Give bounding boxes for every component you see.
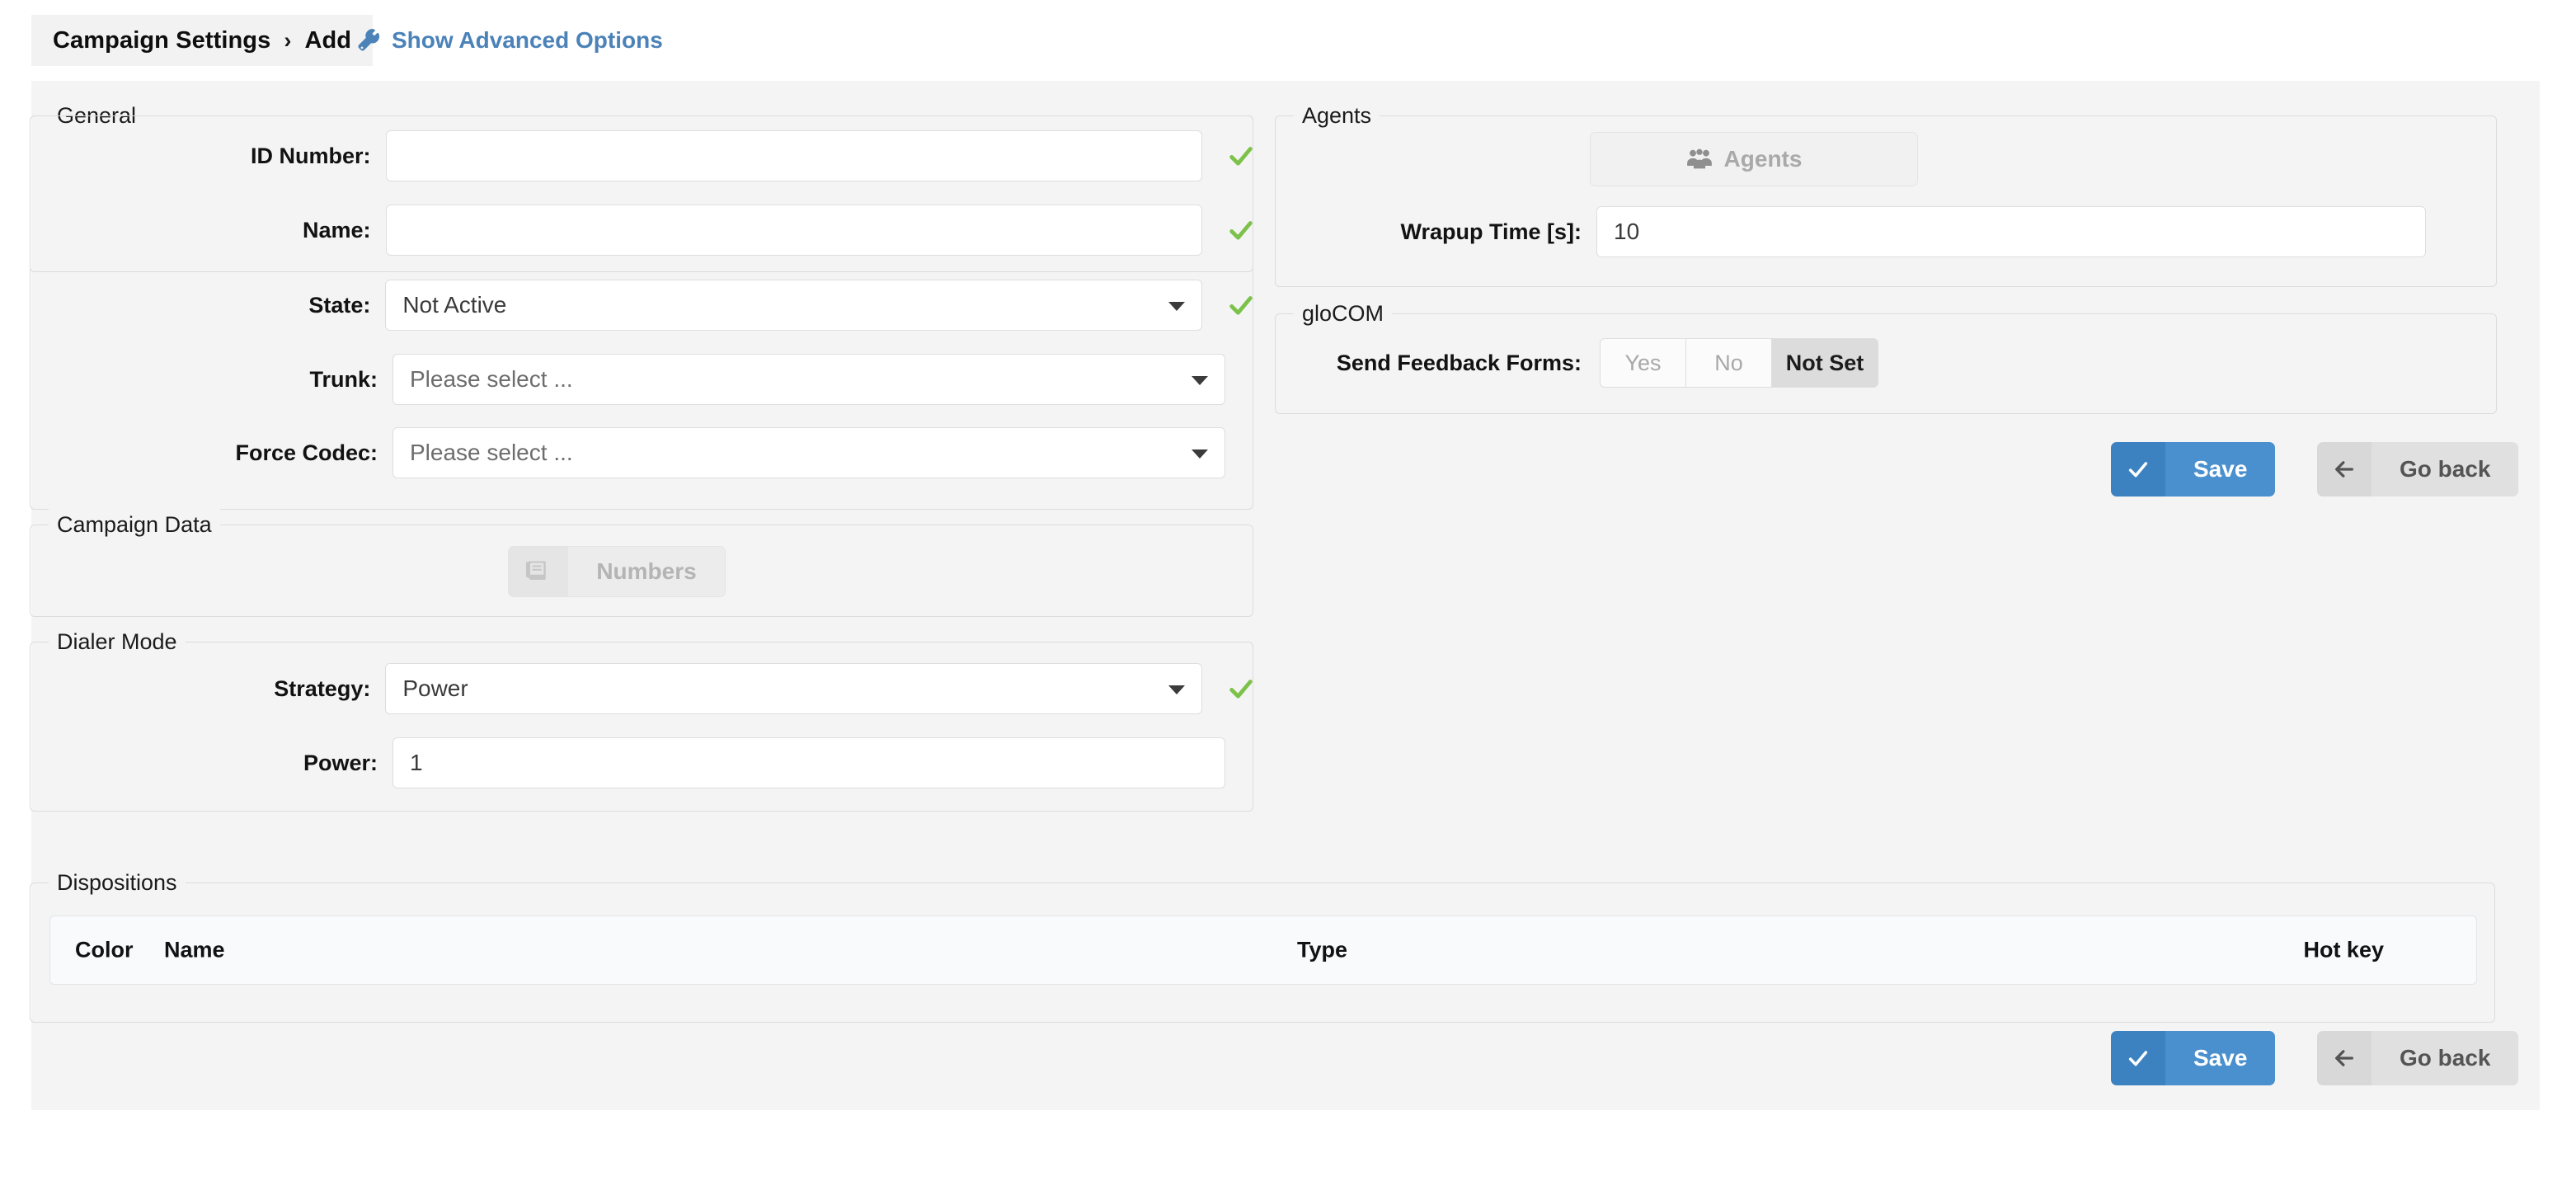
save-button-top-label: Save [2165,442,2276,497]
strategy-label: Strategy: [274,675,371,701]
arrow-left-icon [2317,1031,2372,1085]
wrapup-time-value: 10 [1614,219,1640,244]
force-codec-select[interactable]: Please select ... [393,427,1225,478]
breadcrumb-separator-icon: › [284,27,292,53]
agents-button-label: Agents [1723,146,1803,172]
dispositions-col-type: Type [1297,937,1348,962]
breadcrumb[interactable]: Campaign Settings › Add [31,15,374,66]
go-back-button-top[interactable]: Go back [2317,442,2519,497]
wrapup-time-input[interactable]: 10 [1596,206,2426,257]
chevron-down-icon [1192,376,1208,385]
campaign-data-legend: Campaign Data [49,509,220,540]
field-row-power: Power: 1 [31,737,1255,788]
show-advanced-options-link[interactable]: Show Advanced Options [356,15,663,66]
state-select[interactable]: Not Active [385,280,1202,331]
dispositions-col-color: Color [75,937,134,962]
wrench-icon [356,28,381,53]
state-label: State: [308,292,371,318]
breadcrumb-current: Add [304,26,352,54]
agents-legend: Agents [1294,100,1380,131]
trunk-select[interactable]: Please select ... [393,354,1225,405]
save-button-bottom[interactable]: Save [2111,1031,2276,1085]
force-codec-value: Please select ... [410,440,573,465]
dialer-mode-legend: Dialer Mode [49,626,186,657]
dispositions-table: Color Name Type Hot key [49,915,2477,985]
dispositions-col-hotkey: Hot key [2303,937,2384,962]
field-row-force-codec: Force Codec: Please select ... [31,427,1255,478]
check-icon [2111,1031,2165,1085]
state-valid-check-icon [1227,291,1255,319]
power-label: Power: [303,750,378,775]
dispositions-col-name: Name [164,937,225,962]
go-back-button-top-label: Go back [2372,442,2519,497]
agents-button[interactable]: Agents [1590,132,1918,186]
save-button-top[interactable]: Save [2111,442,2276,497]
field-row-send-feedback-forms: Send Feedback Forms: Yes No Not Set [1275,338,2497,388]
field-row-trunk: Trunk: Please select ... [31,354,1255,405]
trunk-label: Trunk: [309,366,378,392]
strategy-valid-check-icon [1227,675,1255,703]
page-root: Campaign Settings › Add Show Advanced Op… [0,0,2576,1186]
id-number-valid-check-icon [1227,142,1255,170]
check-icon [2111,442,2165,497]
name-input[interactable] [385,205,1202,256]
chevron-down-icon [1168,302,1185,311]
page-header: Campaign Settings › Add Show Advanced Op… [0,0,2576,81]
field-row-strategy: Strategy: Power [31,663,1255,714]
chevron-down-icon [1192,449,1208,459]
strategy-value: Power [402,675,468,701]
show-advanced-options-label: Show Advanced Options [392,27,663,53]
go-back-button-bottom-label: Go back [2372,1031,2519,1085]
arrow-left-icon [2317,442,2372,497]
field-row-wrapup-time: Wrapup Time [s]: 10 [1275,206,2497,257]
breadcrumb-root[interactable]: Campaign Settings [53,27,270,54]
id-number-label: ID Number: [251,143,371,168]
wrapup-time-label: Wrapup Time [s]: [1400,219,1582,244]
chevron-down-icon [1168,685,1185,694]
send-feedback-forms-option-yes[interactable]: Yes [1600,338,1685,388]
state-value: Not Active [402,292,507,318]
address-book-icon [509,547,568,596]
send-feedback-forms-group[interactable]: Yes No Not Set [1600,338,1878,388]
send-feedback-forms-option-no[interactable]: No [1685,338,1771,388]
name-valid-check-icon [1227,216,1255,244]
send-feedback-forms-option-not-set[interactable]: Not Set [1771,338,1878,388]
numbers-button-label: Numbers [568,547,725,596]
trunk-value: Please select ... [410,366,573,392]
save-button-bottom-label: Save [2165,1031,2276,1085]
strategy-select[interactable]: Power [385,663,1202,714]
dispositions-legend: Dispositions [49,867,186,898]
users-icon [1686,133,1724,186]
force-codec-label: Force Codec: [235,440,378,465]
field-row-id-number: ID Number: [31,130,1255,181]
name-label: Name: [303,217,371,242]
field-row-name: Name: [31,205,1255,256]
field-row-state: State: Not Active [31,280,1255,331]
send-feedback-forms-label: Send Feedback Forms: [1336,350,1582,375]
power-value: 1 [410,750,423,775]
page-body: General ID Number: Name: State: Not Acti… [30,81,2540,1110]
go-back-button-bottom[interactable]: Go back [2317,1031,2519,1085]
power-input[interactable]: 1 [393,737,1225,788]
id-number-input[interactable] [385,130,1202,181]
glocom-legend: gloCOM [1294,298,1393,329]
numbers-button[interactable]: Numbers [508,546,726,597]
